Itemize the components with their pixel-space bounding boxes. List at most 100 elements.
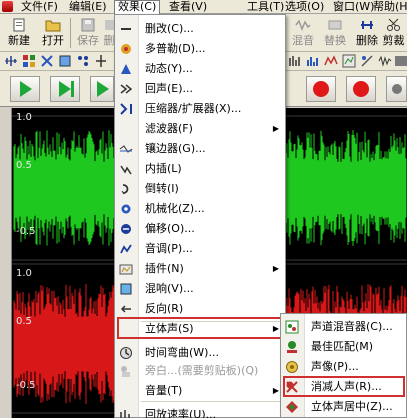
menu-file[interactable]: 文件(F) xyxy=(18,0,61,14)
pan-icon xyxy=(286,361,298,373)
remove-icon xyxy=(361,21,373,29)
effects-menu-item-label: 回放速率(U)... xyxy=(145,408,217,418)
layers-tool-icon[interactable] xyxy=(58,54,72,68)
effects-menu-item[interactable]: 滤波器(F) ▶ xyxy=(115,119,285,139)
app-icon[interactable] xyxy=(2,1,13,12)
reverb-icon xyxy=(120,283,132,295)
play-icon xyxy=(20,81,32,97)
effects-menu-item[interactable]: 删改(C)... xyxy=(115,19,285,39)
effects-menu-item[interactable]: 偏移(O)... xyxy=(115,219,285,239)
waveform-tool-icon[interactable] xyxy=(4,54,18,68)
effects-menu-item-label: 反向(R) xyxy=(145,302,184,315)
effects-menu-item[interactable]: 多普勒(D)... xyxy=(115,39,285,59)
pitch-icon xyxy=(120,244,132,254)
save-button[interactable]: 保存 xyxy=(73,16,103,50)
record-stop-icon xyxy=(353,81,369,97)
open-label: 打开 xyxy=(42,34,64,47)
noise-tool-icon[interactable] xyxy=(378,54,392,68)
new-button[interactable]: 新建 xyxy=(4,16,34,50)
effects-menu-item[interactable]: 时间弯曲(W)... xyxy=(115,343,285,363)
stereo-menu-item[interactable]: 立体声居中(Z)... xyxy=(281,397,406,417)
channel-mixer-icon xyxy=(285,320,299,334)
record-button[interactable] xyxy=(306,76,336,102)
normalize-tool-icon[interactable] xyxy=(360,54,374,68)
fx-tool-icon[interactable] xyxy=(394,54,407,68)
dots-tool-icon[interactable] xyxy=(76,54,90,68)
stereo-menu-item[interactable]: 最佳匹配(M) xyxy=(281,337,406,357)
effects-menu-item[interactable]: 回声(E)... xyxy=(115,79,285,99)
mix-button[interactable]: 混音 xyxy=(288,16,318,50)
save-disk-icon xyxy=(81,18,95,32)
effects-menu-item-label: 多普勒(D)... xyxy=(145,42,206,55)
menu-tools[interactable]: 工具(T) xyxy=(244,0,287,14)
effects-menu-item[interactable]: 音调(P)... xyxy=(115,239,285,259)
effects-menu-item-label: 压缩器/扩展器(X)... xyxy=(145,102,242,115)
stereo-menu-item[interactable]: 声像(P)... xyxy=(281,357,406,377)
record-stop-button[interactable] xyxy=(346,76,376,102)
effects-menu-item-label: 倒转(I) xyxy=(145,182,179,195)
effects-menu-item[interactable]: 混响(V)... xyxy=(115,279,285,299)
best-match-icon xyxy=(287,341,297,353)
effects-menu-item[interactable]: 内插(L) xyxy=(115,159,285,179)
top-axis-label-neg-half: -0.5 xyxy=(16,226,36,237)
effects-menu-item[interactable]: 镶边器(G)... xyxy=(115,139,285,159)
transport-extra-button[interactable] xyxy=(386,76,407,102)
compressor-icon xyxy=(120,103,132,115)
effects-menu-item[interactable]: 机械化(Z)... xyxy=(115,199,285,219)
cut-label: 剪裁 xyxy=(382,34,405,47)
top-axis-label-max: 1.0 xyxy=(16,112,32,123)
effects-menu-item[interactable]: 动态(Y)... xyxy=(115,59,285,79)
toolbar-separator xyxy=(70,18,71,48)
remove-button[interactable]: 删除 xyxy=(352,16,382,50)
swap-button[interactable]: 替换 xyxy=(320,16,350,50)
menu-options[interactable]: 选项(O) xyxy=(282,0,327,14)
open-button[interactable]: 打开 xyxy=(38,16,68,50)
effects-menu-item[interactable]: 倒转(I) xyxy=(115,179,285,199)
stereo-menu-item[interactable]: 声道混音器(C)... xyxy=(281,317,406,337)
effects-menu-item[interactable]: 音量(T) ▶ xyxy=(115,381,285,401)
scissors-icon xyxy=(386,18,400,31)
stereo-submenu: 声道混音器(C)... 最佳匹配(M) 声像(P)... 消减人声(R)... 立体声居… xyxy=(280,313,407,418)
save-label: 保存 xyxy=(77,34,99,47)
submenu-arrow-icon: ▶ xyxy=(272,124,279,133)
marker-tool-icon[interactable] xyxy=(94,54,108,68)
play-button[interactable] xyxy=(10,76,40,102)
cross-tool-icon[interactable] xyxy=(40,54,54,68)
cut-button[interactable]: 剪裁 xyxy=(380,16,407,50)
envelope-tool-icon[interactable] xyxy=(324,54,338,68)
effects-menu-item: 旁白...(需要剪贴板)(Q) xyxy=(115,361,285,381)
offset-icon xyxy=(121,224,131,234)
effects-menu-item[interactable]: 反向(R) xyxy=(115,299,285,319)
bars-tool-icon[interactable] xyxy=(306,54,320,68)
play-loop-icon xyxy=(59,81,74,97)
bottom-axis-label-max: 1.0 xyxy=(16,268,32,279)
submenu-arrow-icon: ▶ xyxy=(272,386,279,395)
effects-menu-item-label: 滤波器(F) xyxy=(145,122,193,135)
menu-view[interactable]: 查看(V) xyxy=(166,0,210,14)
grid-tool-icon[interactable] xyxy=(22,54,36,68)
bottom-axis-label-neg-half: -0.5 xyxy=(16,380,36,391)
effects-menu-item[interactable]: 插件(N) ▶ xyxy=(115,259,285,279)
doppler-icon xyxy=(121,44,131,54)
effects-menu-item-label: 内插(L) xyxy=(145,162,182,175)
reverse-icon xyxy=(120,305,131,313)
menu-edit[interactable]: 编辑(E) xyxy=(66,0,110,14)
effects-menu-item[interactable]: 回放速率(U)... xyxy=(115,405,285,418)
play-loop-button[interactable] xyxy=(50,76,80,102)
play-to-end-icon xyxy=(97,81,109,97)
effects-menu-item-label: 删改(C)... xyxy=(145,22,194,35)
options-icon xyxy=(392,84,402,94)
play-to-end-button[interactable] xyxy=(90,76,114,102)
stereo-menu-item-label: 声道混音器(C)... xyxy=(311,320,393,333)
menu-effects[interactable]: 效果(C) xyxy=(114,0,161,14)
effects-menu-item-label: 镶边器(G)... xyxy=(145,142,206,155)
effects-menu-item-label: 回声(E)... xyxy=(145,82,194,95)
spectrum-tool-icon[interactable] xyxy=(342,54,356,68)
menu-separator xyxy=(141,401,283,402)
level-meter-icon[interactable] xyxy=(288,54,302,68)
effects-menu-item[interactable]: 压缩器/扩展器(X)... xyxy=(115,99,285,119)
menu-help[interactable]: 帮助(H) xyxy=(370,0,407,14)
effects-dropdown-menu: 删改(C)... 多普勒(D)... 动态(Y)... 回声(E)... 压缩器/扩展器… xyxy=(114,14,286,418)
mix-icon xyxy=(295,19,311,32)
bottom-axis-label-half: 0.5 xyxy=(16,316,32,327)
